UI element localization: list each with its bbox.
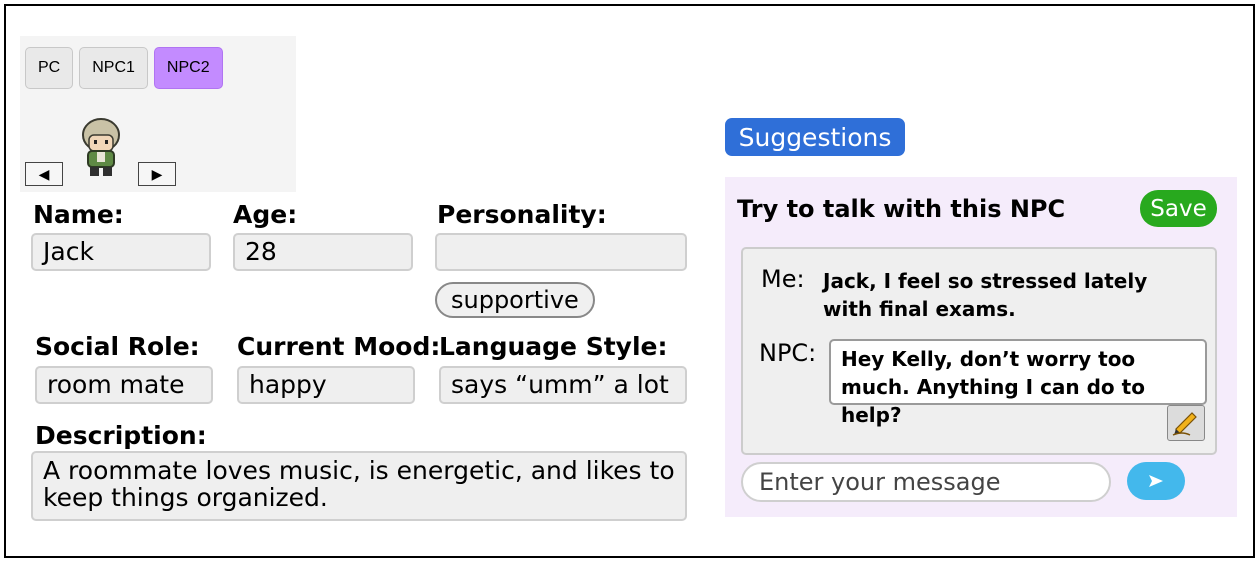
tab-pc[interactable]: PC	[25, 47, 74, 89]
age-field[interactable]: 28	[233, 233, 413, 271]
name-label: Name:	[33, 200, 124, 229]
current-mood-label: Current Mood:	[237, 332, 441, 361]
me-message: Jack, I feel so stressed lately with fin…	[823, 269, 1148, 321]
previous-sprite-button[interactable]: ◀	[25, 162, 63, 186]
social-role-label: Social Role:	[35, 332, 200, 361]
chat-title: Try to talk with this NPC	[737, 195, 1066, 223]
social-role-field[interactable]: room mate	[35, 366, 213, 404]
next-sprite-button[interactable]: ▶	[138, 162, 176, 186]
send-icon	[1149, 475, 1163, 487]
character-sprite	[82, 118, 120, 176]
language-style-label: Language Style:	[439, 332, 668, 361]
description-field[interactable]: A roommate loves music, is energetic, an…	[31, 451, 687, 521]
right-arrow-icon: ▶	[151, 165, 163, 182]
personality-field[interactable]	[435, 233, 687, 271]
personality-label: Personality:	[437, 200, 607, 229]
tab-npc1[interactable]: NPC1	[79, 47, 148, 89]
name-field[interactable]: Jack	[31, 233, 211, 271]
conversation-box: Me: Jack, I feel so stressed lately with…	[741, 247, 1217, 455]
me-speaker-label: Me:	[761, 265, 805, 293]
npc-speaker-label: NPC:	[759, 339, 817, 367]
description-label: Description:	[35, 421, 207, 450]
npc-message[interactable]: Hey Kelly, don’t worry too much. Anythin…	[829, 339, 1207, 427]
send-button[interactable]	[1127, 462, 1185, 500]
language-style-field[interactable]: says “umm” a lot	[439, 366, 687, 404]
left-arrow-icon: ◀	[38, 165, 50, 182]
current-mood-field[interactable]: happy	[237, 366, 415, 404]
personality-tag[interactable]: supportive	[435, 282, 595, 318]
chat-panel: Try to talk with this NPC Save Me: Jack,…	[725, 177, 1237, 517]
character-tabs: PC NPC1 NPC2	[25, 47, 223, 89]
edit-message-button[interactable]	[1167, 405, 1205, 441]
pencil-edit-icon	[1172, 412, 1197, 436]
age-label: Age:	[233, 200, 298, 229]
message-input[interactable]: Enter your message	[741, 462, 1111, 502]
save-button[interactable]: Save	[1140, 190, 1217, 227]
tab-npc2[interactable]: NPC2	[153, 47, 223, 89]
suggestions-button[interactable]: Suggestions	[725, 118, 905, 156]
